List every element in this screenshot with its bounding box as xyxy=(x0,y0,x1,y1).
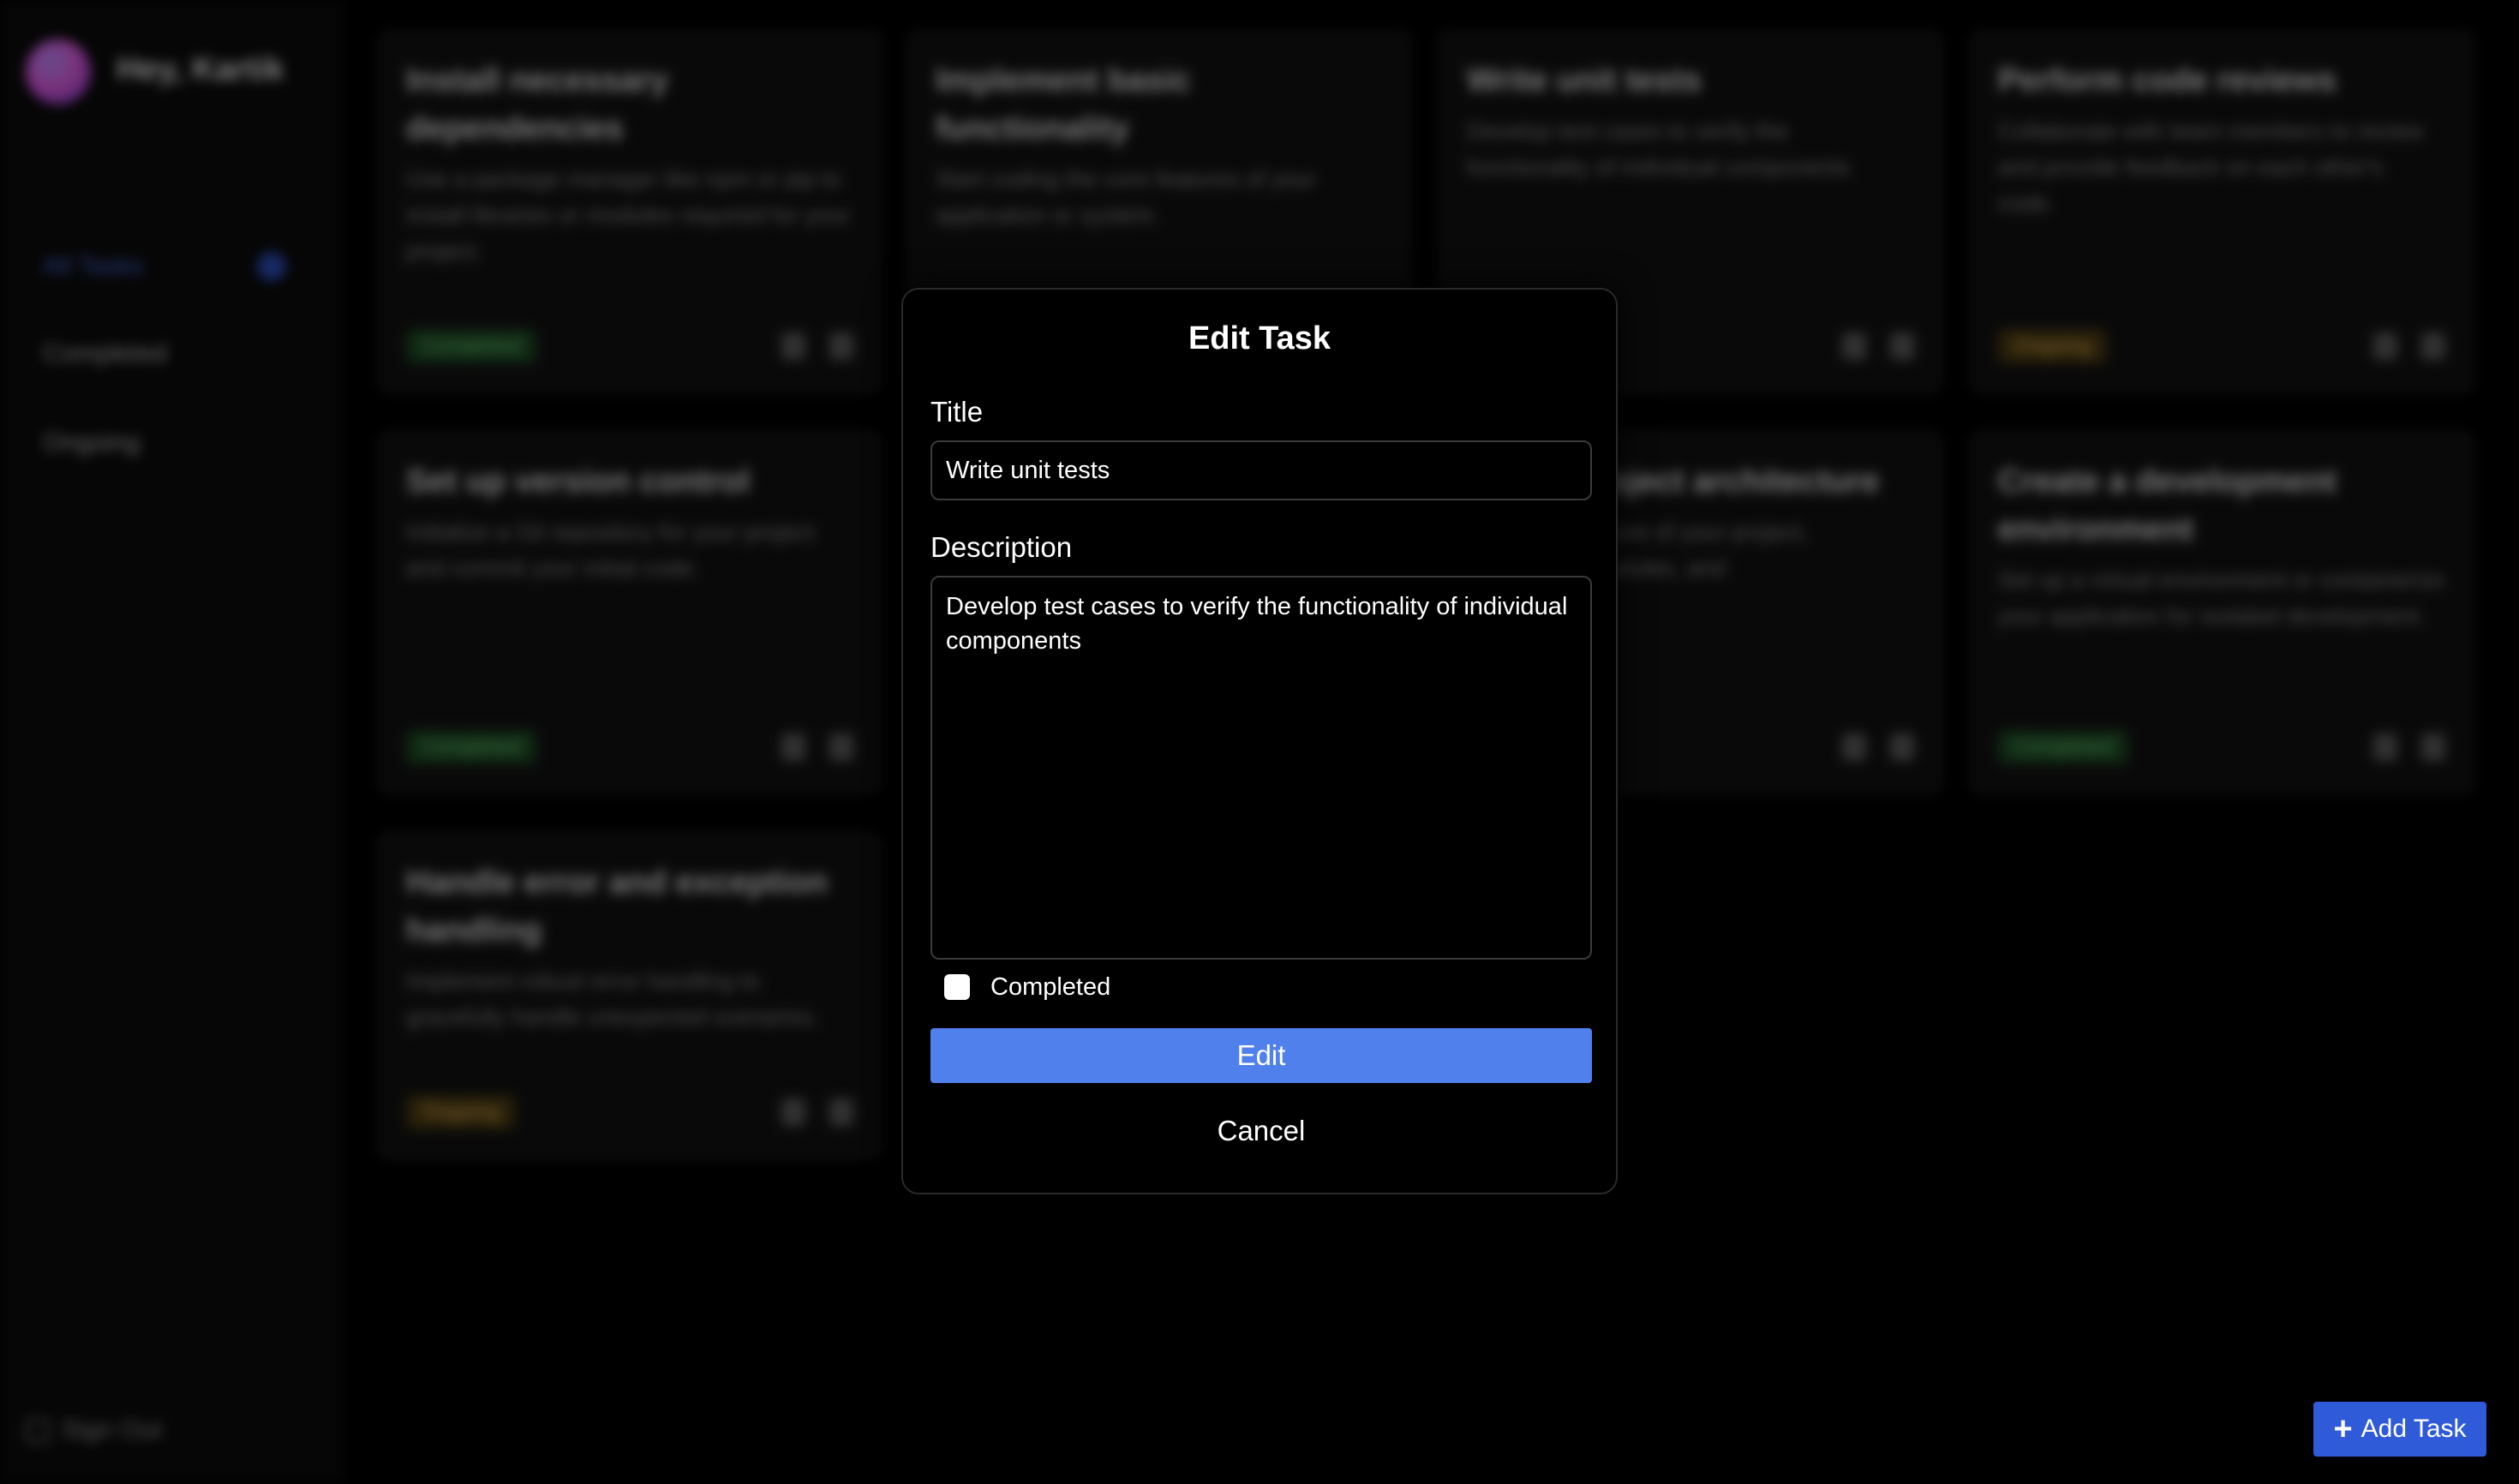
edit-task-modal: Edit Task Title Description Develop test… xyxy=(901,288,1618,1194)
modal-title: Edit Task xyxy=(1188,320,1331,356)
cancel-button[interactable]: Cancel xyxy=(930,1105,1592,1157)
description-textarea[interactable]: Develop test cases to verify the functio… xyxy=(930,576,1592,960)
description-label: Description xyxy=(930,531,1073,563)
app: Hey, Kartik All Tasks Completed Ongoing … xyxy=(0,0,2519,1484)
completed-label: Completed xyxy=(990,972,1111,1001)
edit-button[interactable]: Edit xyxy=(930,1028,1592,1083)
title-input[interactable] xyxy=(930,440,1592,500)
add-task-button[interactable]: + Add Task xyxy=(2313,1402,2486,1457)
title-label: Title xyxy=(930,396,984,428)
completed-checkbox[interactable] xyxy=(944,974,970,1000)
add-task-label: Add Task xyxy=(2360,1415,2467,1443)
completed-checkbox-row[interactable]: Completed xyxy=(944,968,1110,1006)
plus-icon: + xyxy=(2333,1411,2353,1447)
